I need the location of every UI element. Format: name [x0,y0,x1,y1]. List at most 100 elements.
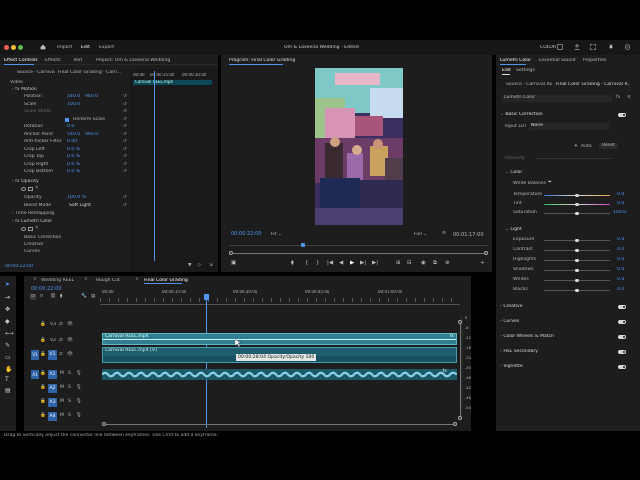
snap-icon[interactable]: ⊓ [40,294,44,300]
mute-button[interactable]: M [60,371,64,377]
mic-icon[interactable]: 🎙 [76,413,82,419]
quick-export-icon[interactable] [557,44,563,50]
ec-playhead[interactable] [154,71,155,261]
prop-value[interactable]: 0.0 % [67,147,80,153]
ellipse-mask-icon[interactable] [21,187,26,191]
linked-selection-icon[interactable]: ⛓ [50,294,56,300]
source-patch-v1[interactable]: V1 [31,350,39,360]
fx-toggle-icon[interactable]: fx [616,95,620,101]
prop-value[interactable]: 0.0 % [67,162,80,168]
slider-knob[interactable] [575,248,579,253]
lumetri-creative[interactable]: Creative [24,242,43,248]
lock-icon[interactable]: 🔒 [40,352,46,358]
export-frame-icon[interactable]: ⇲ [209,263,213,269]
nest-icon[interactable]: ⊡ [30,294,36,300]
play-icon[interactable]: ▶ [350,260,354,267]
lumetri-basic-correction[interactable]: Basic Correction [24,235,61,241]
zoom-scroll[interactable] [229,251,488,255]
auto-button[interactable]: Auto [581,144,592,150]
slider-value[interactable]: 0.0 [617,237,624,243]
sync-lock-icon[interactable]: ⇄ [59,352,63,358]
auto-icon[interactable]: ✦ [574,144,578,150]
sync-lock-icon[interactable]: ⇄ [59,338,63,344]
razor-tool-icon[interactable]: ◆ [5,318,10,325]
timeline-ruler[interactable]: 00:00 00:00:15:00 00:00:30:00 00:00:45:0… [100,286,460,306]
add-marker-icon[interactable]: ⧫ [60,294,62,300]
lock-icon[interactable]: 🔒 [40,385,46,391]
lift-icon[interactable]: ⊞ [396,260,401,267]
ripple-edit-tool-icon[interactable]: ✥ [5,306,10,313]
saturation-slider[interactable] [544,211,610,216]
mic-icon[interactable]: 🎙 [76,385,82,391]
slider-knob[interactable] [575,202,579,207]
slider-value[interactable]: 100.0 [613,210,626,216]
slider-knob[interactable] [575,258,579,263]
lock-icon[interactable]: 🔒 [40,413,46,419]
tab-project[interactable]: Project: Om & Laveena Wedding [96,58,170,64]
lumetri-curves[interactable]: Curves [24,249,40,255]
pen-mask-icon[interactable]: ✎ [35,226,39,232]
cloud-icon[interactable] [624,44,631,50]
type-tool-icon[interactable]: T [5,376,9,383]
effect-controls-timeline[interactable]: 00:00 00:00:15:00 00:00:30:00 Carnival R… [130,69,218,272]
section-basic-correction[interactable]: ⌄ Basic Correction [500,112,543,118]
wrench-icon[interactable]: ⚙ [442,231,446,237]
opacity-mask-tools[interactable]: ✎ [21,186,41,192]
filter-icon[interactable]: ▼ [188,263,192,269]
rectangle-tool-icon[interactable]: ▭ [5,354,11,361]
tint-slider[interactable] [544,202,610,207]
lumetri-effect-dropdown[interactable]: Lumetri Color [502,95,612,102]
mark-out-icon[interactable]: } [316,260,320,267]
tab-rough-cut[interactable]: Rough Cut [96,278,120,284]
solo-button[interactable]: S [68,413,71,419]
hand-tool-icon[interactable]: ✋ [5,366,12,373]
comparison-view-icon[interactable]: ⧉ [433,260,437,267]
step-forward-icon[interactable]: ▶| [360,260,366,267]
add-button-icon[interactable]: + [480,260,485,267]
slider-value[interactable]: 0.0 [617,201,624,207]
effect-controls-timecode[interactable]: 00:00:22:00 [5,264,33,270]
slider-value[interactable]: 0.0 [617,192,624,198]
eye-icon[interactable]: 👁 [67,322,73,328]
mark-in-icon[interactable]: { [305,260,309,267]
reset-icon[interactable]: ↺ [123,102,127,108]
playback-resolution-dropdown[interactable]: Full ⌄ [414,232,434,238]
lumetri-sequence-selector[interactable]: Final Color Grading · Carnival R... [556,82,630,88]
lock-icon[interactable]: 🔒 [40,371,46,377]
close-tab-icon[interactable]: × [135,277,139,283]
tab-properties[interactable]: Properties [583,58,606,64]
highlights-slider[interactable] [544,258,610,263]
selection-tool-icon[interactable]: ➤ [5,281,10,288]
zoom-fit-dropdown[interactable]: Fit ⌄ [271,232,295,238]
close-tab-icon[interactable]: × [33,277,37,283]
whites-slider[interactable] [544,278,610,283]
exposure-slider[interactable] [544,238,610,243]
close-tab-icon[interactable]: × [84,277,88,283]
reset-icon[interactable]: ↺ [123,154,127,160]
slider-value[interactable]: 0.0 [617,267,624,273]
hscroll-handle-right[interactable] [453,422,457,426]
solo-button[interactable]: S [68,399,71,405]
shadows-slider[interactable] [544,268,610,273]
clip-v2[interactable]: Carnival REEL.mp4 fx [102,333,457,345]
contrast-slider[interactable] [544,248,610,253]
clip-a1-audio[interactable]: fx [101,369,458,380]
lumetri-tab-edit[interactable]: Edit [502,68,511,74]
rectangle-mask-icon[interactable] [28,187,33,191]
slider-value[interactable]: 0.0 [617,277,624,283]
prop-value[interactable]: 100.0 [67,102,80,108]
vignette-toggle[interactable] [618,365,626,369]
timeline-vscroll[interactable] [458,320,462,420]
reset-icon[interactable]: ↺ [123,94,127,100]
slip-tool-icon[interactable]: ⟷ [5,330,14,337]
timeline-playhead[interactable] [206,300,207,428]
play-only-audio-icon[interactable]: ▷ [198,263,202,269]
slider-value[interactable]: 0.0 [617,257,624,263]
slider-knob[interactable] [575,193,579,198]
section-color-wheels[interactable]: › Color Wheels & Match [500,334,554,340]
prop-value[interactable]: 0.00 [67,139,77,145]
minimize-window-button[interactable] [11,45,16,50]
timeline-hscroll[interactable] [102,422,457,426]
lock-icon[interactable]: 🔒 [40,322,46,328]
input-lut-dropdown[interactable]: None [529,123,609,130]
